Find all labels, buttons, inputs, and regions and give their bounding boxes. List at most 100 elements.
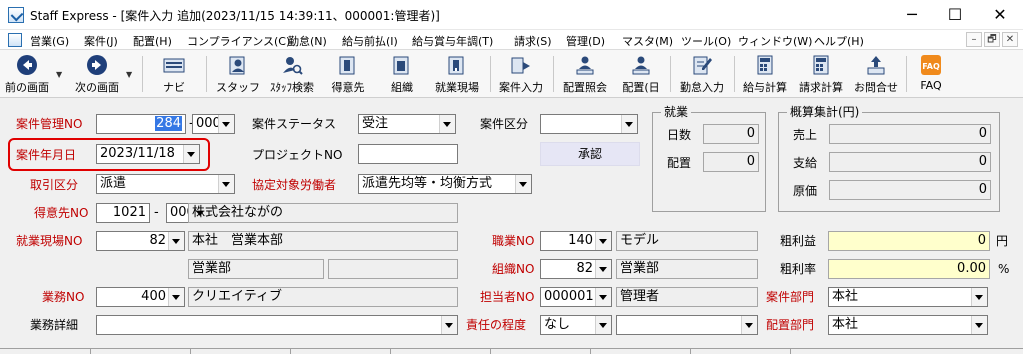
menu-prepay[interactable]: 給与前払(I) (342, 33, 398, 49)
customer-no-input[interactable]: 1021 (96, 203, 150, 223)
chevron-down-icon (625, 122, 633, 127)
case-type-select[interactable] (540, 114, 638, 134)
assign-inquiry-button[interactable]: 配置照会 (558, 52, 612, 96)
responsibility-extra-select[interactable] (616, 315, 758, 335)
toolbar-separator (206, 56, 207, 92)
case-dept-select[interactable]: 本社 (828, 287, 988, 307)
tab-divider (590, 349, 591, 354)
customer-name-display: 株式会社ながの (188, 203, 458, 223)
calculator-icon (757, 55, 773, 75)
attendance-entry-button[interactable]: 勤怠入力 (675, 52, 729, 96)
mdi-close-button[interactable]: ✕ (1002, 32, 1018, 47)
gross-profit-label: 粗利益 (780, 234, 817, 248)
next-screen-button[interactable]: 次の画面 (70, 52, 124, 96)
navi-button[interactable]: ナビ (152, 52, 196, 96)
tab-divider (390, 349, 391, 354)
faq-button[interactable]: FAQ FAQ (910, 52, 952, 96)
next-history-dropdown-icon[interactable]: ▼ (126, 70, 132, 79)
building-folder-icon (339, 56, 355, 75)
case-status-select[interactable]: 受注 (358, 114, 456, 134)
menu-window[interactable]: ウィンドウ(W) (738, 33, 812, 49)
pencil-paper-icon (693, 56, 712, 75)
job-no-select[interactable]: 140 (540, 231, 612, 251)
percent-unit: % (998, 262, 1010, 276)
toolbar-separator (906, 56, 907, 92)
staff-search-button[interactable]: ｽﾀｯﾌ検索 (264, 52, 320, 96)
maximize-button[interactable]: ☐ (932, 0, 978, 30)
agreement-worker-select[interactable]: 派遣先均等・均衡方式 (358, 174, 532, 194)
menu-billing[interactable]: 請求(S) (514, 33, 552, 49)
mdi-minimize-button[interactable]: – (966, 32, 982, 47)
case-entry-form: 案件管理NO 284 - 000 案件ステータス 受注 案件区分 案件年月日 2… (0, 98, 1023, 354)
menu-tools[interactable]: ツール(O) (681, 33, 731, 49)
menu-compliance[interactable]: コンプライアンス(C) (187, 33, 290, 49)
case-mgmt-no-label: 案件管理NO (16, 117, 83, 131)
case-date-picker[interactable]: 2023/11/18 (96, 144, 200, 164)
minimize-button[interactable]: ─ (889, 0, 935, 30)
responsibility-select[interactable]: なし (540, 315, 612, 335)
business-no-select[interactable]: 400 (96, 287, 185, 307)
document-icon (8, 33, 22, 47)
organization-button[interactable]: 組織 (380, 52, 424, 96)
staff-button[interactable]: スタッフ (214, 52, 262, 96)
project-no-label: プロジェクトNO (252, 148, 343, 162)
customer-no-label: 得意先NO (34, 206, 89, 220)
toolbar: 前の画面 ▼ 次の画面 ▼ ナビ スタッフ ｽﾀｯﾌ検索 得意先 組織 就業現場… (0, 50, 1023, 98)
case-mgmt-sub-select[interactable]: 000 (192, 114, 235, 134)
menu-case[interactable]: 案件(J) (84, 33, 118, 49)
chevron-down-icon (187, 152, 195, 157)
menu-payroll[interactable]: 給与賞与年調(T) (412, 33, 493, 49)
sales-label: 売上 (793, 128, 818, 142)
inquiry-button[interactable]: お問合せ (850, 52, 902, 96)
chevron-down-icon (975, 323, 983, 328)
case-type-label: 案件区分 (480, 117, 529, 131)
tab-divider (190, 349, 191, 354)
business-detail-label: 業務詳細 (30, 318, 79, 332)
summary-group-title: 概算集計(円) (787, 104, 863, 120)
gross-rate-label: 粗利率 (780, 262, 817, 276)
chevron-down-icon (172, 239, 180, 244)
case-dept-label: 案件部門 (766, 290, 815, 304)
case-entry-button[interactable]: 案件入力 (494, 52, 548, 96)
menu-assign[interactable]: 配置(H) (133, 33, 172, 49)
chevron-down-icon (443, 122, 451, 127)
customer-button[interactable]: 得意先 (326, 52, 370, 96)
worksite-extra-display (328, 259, 458, 279)
business-name-display: クリエイティブ (188, 287, 458, 307)
employment-group: 就業 日数 0 配置 0 (652, 104, 766, 212)
chevron-down-icon (599, 239, 607, 244)
prev-history-dropdown-icon[interactable]: ▼ (56, 70, 62, 79)
person-search-icon (283, 57, 303, 75)
worksite-no-select[interactable]: 82 (96, 231, 185, 251)
chevron-down-icon (445, 323, 453, 328)
tab-divider (690, 349, 691, 354)
worksite-button[interactable]: 就業現場 (430, 52, 484, 96)
employment-group-title: 就業 (661, 104, 692, 120)
mdi-restore-button[interactable]: 🗗 (984, 32, 1000, 47)
menu-sales[interactable]: 営業(G) (30, 33, 69, 49)
case-mgmt-no-input[interactable]: 284 (96, 114, 186, 134)
assign-dept-select[interactable]: 本社 (828, 315, 988, 335)
trade-type-select[interactable]: 派遣 (96, 174, 235, 194)
toolbar-separator (553, 56, 554, 92)
staff-no-label: 担当者NO (480, 290, 535, 304)
org-no-select[interactable]: 82 (540, 259, 612, 279)
assign-daily-button[interactable]: 配置(日 (616, 52, 666, 96)
payroll-calc-button[interactable]: 給与計算 (738, 52, 792, 96)
job-name-display: モデル (616, 231, 758, 251)
tab-divider (790, 349, 791, 354)
project-no-input[interactable] (358, 144, 458, 164)
prev-screen-button[interactable]: 前の画面 (2, 52, 52, 96)
staff-no-select[interactable]: 000001 (540, 287, 612, 307)
menu-help[interactable]: ヘルプ(H) (814, 33, 864, 49)
chevron-down-icon (599, 323, 607, 328)
business-detail-select[interactable] (96, 315, 458, 335)
org-no-label: 組織NO (492, 262, 535, 276)
menu-attendance[interactable]: 勤怠(N) (288, 33, 327, 49)
calculator-icon (813, 55, 829, 75)
menu-master[interactable]: マスタ(M) (622, 33, 673, 49)
close-button[interactable]: ✕ (977, 0, 1023, 30)
menu-admin[interactable]: 管理(D) (566, 33, 605, 49)
billing-calc-button[interactable]: 請求計算 (794, 52, 848, 96)
approve-button[interactable]: 承認 (540, 142, 640, 166)
